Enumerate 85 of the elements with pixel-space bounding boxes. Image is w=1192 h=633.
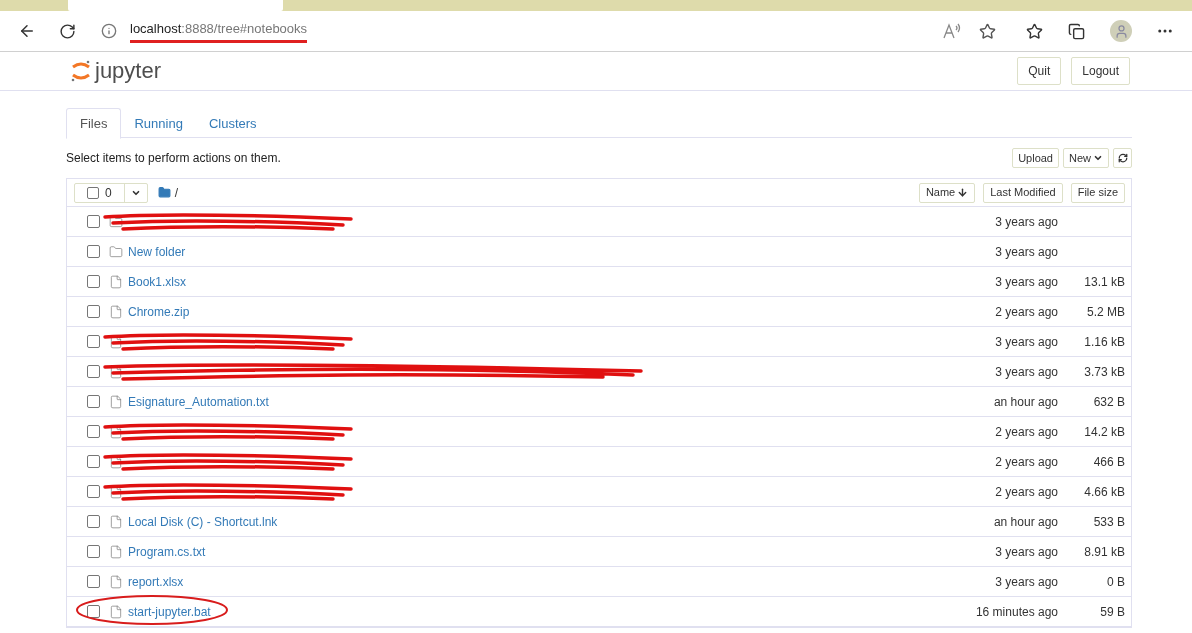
refresh-icon <box>1117 153 1128 163</box>
collections-icon[interactable] <box>1068 22 1085 40</box>
file-size: 13.1 kB <box>1083 273 1125 291</box>
file-size: 533 B <box>1092 513 1125 531</box>
file-link[interactable]: report.xlsx <box>128 572 184 591</box>
row-checkbox[interactable] <box>87 425 100 438</box>
modified-time: 3 years ago <box>995 363 1058 381</box>
row-checkbox[interactable] <box>87 335 100 348</box>
back-icon[interactable] <box>18 22 36 40</box>
modified-time: 3 years ago <box>995 543 1058 561</box>
favorites-icon[interactable] <box>1026 22 1043 40</box>
info-icon[interactable] <box>101 23 117 39</box>
new-button[interactable]: New <box>1063 148 1109 168</box>
file-link[interactable]: Book1.xlsx <box>128 272 187 291</box>
row-checkbox[interactable] <box>87 395 100 408</box>
tab[interactable]: Files <box>66 108 122 139</box>
file-link[interactable]: Program.cs.txt <box>128 542 206 561</box>
reload-icon[interactable] <box>59 22 76 40</box>
profile-avatar[interactable] <box>1110 20 1132 42</box>
row-checkbox[interactable] <box>87 575 100 588</box>
column-sort-button[interactable]: Name <box>918 182 976 203</box>
row-checkbox[interactable] <box>87 215 100 228</box>
file-icon <box>109 514 123 529</box>
row-checkbox[interactable] <box>87 485 100 498</box>
file-icon <box>109 604 123 619</box>
file-icon <box>109 274 123 289</box>
logo-text: jupyter <box>95 60 162 82</box>
file-size: 3.73 kB <box>1083 363 1125 381</box>
folder-icon <box>109 244 123 259</box>
file-link[interactable]: Chrome.zip <box>128 302 190 321</box>
file-link[interactable]: New folder <box>128 242 186 261</box>
upload-button[interactable]: Upload <box>1012 148 1059 168</box>
breadcrumb-path[interactable]: / <box>174 183 179 202</box>
modified-time: 3 years ago <box>995 573 1058 591</box>
file-size: 466 B <box>1092 453 1125 471</box>
hint-text: Select items to perform actions on them. <box>66 150 281 167</box>
sort-arrow-icon <box>957 187 969 198</box>
file-size: 5.2 MB <box>1086 303 1125 321</box>
modified-time: an hour ago <box>993 513 1058 531</box>
file-link[interactable]: Local Disk (C) - Shortcut.lnk <box>128 512 278 531</box>
modified-time: 16 minutes ago <box>975 603 1058 621</box>
folder-icon <box>157 186 171 199</box>
modified-time: 2 years ago <box>995 483 1058 501</box>
modified-time: 2 years ago <box>995 423 1058 441</box>
row-checkbox[interactable] <box>87 365 100 378</box>
modified-time: 2 years ago <box>995 453 1058 471</box>
select-all-control[interactable]: 0 <box>74 182 148 203</box>
add-favorite-icon[interactable] <box>979 22 996 40</box>
row-checkbox[interactable] <box>87 545 100 558</box>
read-aloud-icon[interactable] <box>943 23 961 39</box>
row-checkbox[interactable] <box>87 245 100 258</box>
jupyter-logo[interactable]: jupyter <box>70 59 162 83</box>
file-icon <box>109 394 123 409</box>
file-size: 4.66 kB <box>1083 483 1125 501</box>
tab[interactable]: Clusters <box>195 108 270 139</box>
file-size: 59 B <box>1099 603 1125 621</box>
address-text[interactable]: localhost:8888/tree#notebooks <box>130 18 308 44</box>
row-checkbox[interactable] <box>87 305 100 318</box>
file-size: 632 B <box>1092 393 1125 411</box>
row-checkbox[interactable] <box>87 275 100 288</box>
file-icon <box>109 574 123 589</box>
file-size: 1.16 kB <box>1083 333 1125 351</box>
modified-time: an hour ago <box>993 393 1058 411</box>
file-size: 0 B <box>1106 573 1125 591</box>
logout-button[interactable]: Logout <box>1071 57 1130 85</box>
modified-time: 2 years ago <box>995 303 1058 321</box>
quit-button[interactable]: Quit <box>1017 57 1062 85</box>
modified-time: 3 years ago <box>995 273 1058 291</box>
row-checkbox[interactable] <box>87 515 100 528</box>
column-sort-button[interactable]: File size <box>1070 182 1125 203</box>
modified-time: 3 years ago <box>995 333 1058 351</box>
file-size: 8.91 kB <box>1083 543 1125 561</box>
file-icon <box>109 304 123 319</box>
caret-icon <box>1093 153 1103 163</box>
tab[interactable]: Running <box>121 108 196 139</box>
file-size: 14.2 kB <box>1083 423 1125 441</box>
refresh-button[interactable] <box>1113 148 1132 168</box>
modified-time: 3 years ago <box>995 213 1058 231</box>
file-icon <box>109 544 123 559</box>
modified-time: 3 years ago <box>995 243 1058 261</box>
row-checkbox[interactable] <box>87 455 100 468</box>
row-checkbox[interactable] <box>87 605 100 618</box>
file-link[interactable]: Esignature_Automation.txt <box>128 392 269 411</box>
jupyter-logo-icon <box>70 59 92 83</box>
column-sort-button[interactable]: Last Modified <box>983 182 1063 203</box>
